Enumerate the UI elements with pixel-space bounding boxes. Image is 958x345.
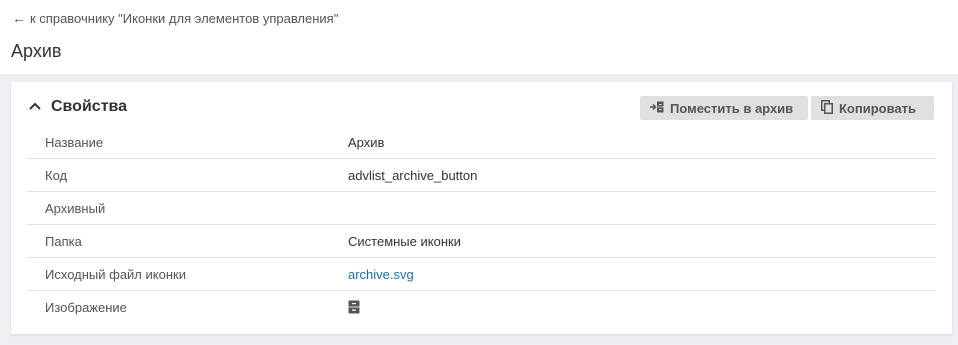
property-label: Название bbox=[45, 135, 104, 150]
property-row: Название Архив bbox=[27, 126, 936, 159]
property-row: Исходный файл иконки archive.svg bbox=[27, 258, 936, 291]
property-label: Код bbox=[45, 168, 68, 183]
properties-card: Свойства Поместить в архив Копировать На… bbox=[11, 82, 952, 334]
property-value: Архив bbox=[348, 135, 385, 150]
archive-button-label: Поместить в архив bbox=[670, 100, 794, 116]
icon-file-link[interactable]: archive.svg bbox=[348, 267, 414, 282]
property-label: Архивный bbox=[45, 201, 106, 216]
property-value: advlist_archive_button bbox=[348, 168, 478, 183]
chevron-up-icon[interactable] bbox=[27, 98, 43, 114]
archive-button[interactable]: Поместить в архив bbox=[640, 96, 808, 120]
properties-table: Название Архив Код advlist_archive_butto… bbox=[27, 126, 936, 323]
archive-icon bbox=[348, 300, 360, 317]
property-row: Папка Системные иконки bbox=[27, 225, 936, 258]
property-value: Системные иконки bbox=[348, 234, 461, 249]
copy-button[interactable]: Копировать bbox=[811, 96, 934, 120]
property-label: Изображение bbox=[45, 300, 127, 315]
top-bar: ← к справочнику "Иконки для элементов уп… bbox=[0, 0, 958, 74]
section-title: Свойства bbox=[51, 98, 128, 115]
property-row: Изображение bbox=[27, 291, 936, 323]
move-to-archive-icon bbox=[650, 101, 664, 116]
back-link-label: к справочнику "Иконки для элементов упра… bbox=[30, 10, 339, 26]
copy-button-label: Копировать bbox=[839, 100, 917, 116]
property-label: Папка bbox=[45, 234, 82, 249]
copy-icon bbox=[821, 99, 833, 117]
property-label: Исходный файл иконки bbox=[45, 267, 186, 282]
arrow-left-icon: ← bbox=[12, 10, 26, 26]
property-row: Архивный bbox=[27, 192, 936, 225]
page-title: Архив bbox=[11, 41, 62, 61]
back-link[interactable]: ← к справочнику "Иконки для элементов уп… bbox=[12, 10, 338, 26]
property-row: Код advlist_archive_button bbox=[27, 159, 936, 192]
